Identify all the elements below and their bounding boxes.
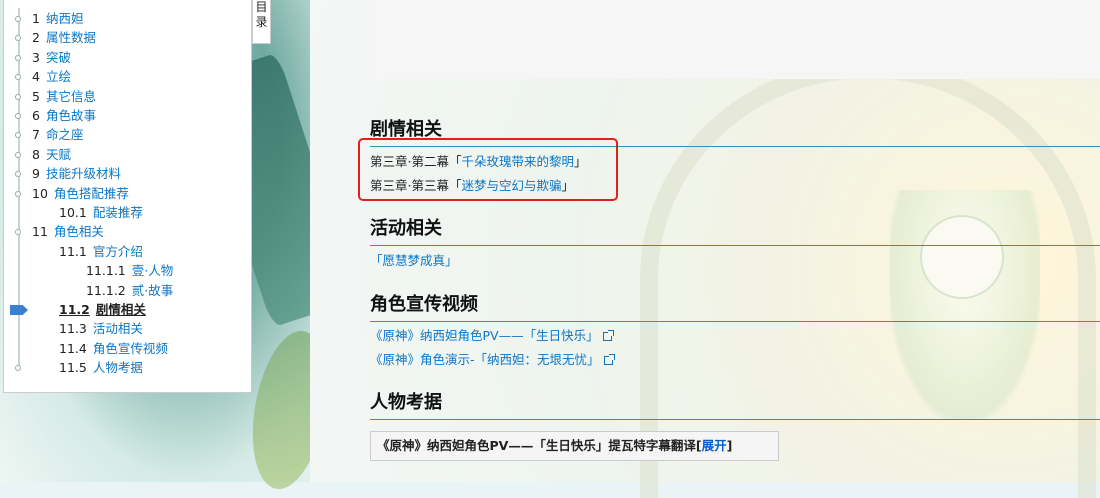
toc-dot [15, 171, 21, 177]
video-link[interactable]: 《原神》纳西妲角色PV——「生日快乐」 [370, 328, 599, 343]
toc-current-marker-icon [10, 305, 28, 315]
toc-item[interactable]: 6 角色故事 [32, 107, 96, 125]
toc-item[interactable]: 11 角色相关 [32, 223, 104, 241]
toc-dot [15, 152, 21, 158]
toc-item-label: 角色相关 [53, 224, 104, 239]
toc-item[interactable]: 11.1.2 贰·故事 [86, 282, 173, 300]
collapse-bracket-close: ] [726, 438, 733, 453]
external-link-icon [602, 330, 614, 341]
video-line: 《原神》纳西妲角色PV——「生日快乐」 [370, 325, 614, 344]
expand-toggle-link[interactable]: 展开 [702, 438, 727, 453]
toc-item-label: 技能升级材料 [45, 166, 121, 181]
toc-item-number: 11.1.2 [86, 283, 126, 298]
video-link[interactable]: 《原神》角色演示-「纳西妲：无垠无忧」 [370, 352, 600, 367]
toc-item-number: 8 [32, 147, 40, 162]
top-content-box [370, 0, 1100, 79]
external-link-icon [603, 354, 615, 365]
toc-item-label: 其它信息 [45, 89, 96, 104]
toc-item-label: 立绘 [45, 69, 71, 84]
toc-item-number: 6 [32, 108, 40, 123]
toc-dot [15, 132, 21, 138]
table-of-contents: 1 纳西妲 2 属性数据 3 突破 4 立绘 5 其它信息 6 角色故事 7 命之座 8 天赋 9 技能升级材料 1… [3, 0, 252, 393]
toc-item-number: 10 [32, 186, 48, 201]
toc-item[interactable]: 11.1 官方介绍 [59, 243, 143, 261]
toc-item-number: 11.4 [59, 341, 87, 356]
toc-item[interactable]: 11.2 剧情相关 [59, 301, 146, 319]
collapsible-subtitle-box: 《原神》纳西妲角色PV——「生日快乐」提瓦特字幕翻译[展开] [370, 431, 779, 461]
toc-item-label: 属性数据 [45, 30, 96, 45]
toc-item[interactable]: 4 立绘 [32, 68, 71, 86]
collapse-title: 《原神》纳西妲角色PV——「生日快乐」提瓦特字幕翻译 [377, 438, 696, 453]
toc-tab-char: 目 [255, 0, 268, 14]
toc-item[interactable]: 7 命之座 [32, 126, 83, 144]
toc-item-number: 9 [32, 166, 40, 181]
toc-item[interactable]: 3 突破 [32, 49, 71, 67]
toc-item-label: 剧情相关 [95, 302, 146, 317]
toc-item[interactable]: 11.5 人物考据 [59, 359, 143, 377]
toc-item[interactable]: 11.4 角色宣传视频 [59, 340, 168, 358]
toc-item-label: 角色故事 [45, 108, 96, 123]
toc-item-number: 11.5 [59, 360, 87, 375]
toc-item-number: 11.1.1 [86, 263, 126, 278]
toc-dot [15, 55, 21, 61]
toc-item-number: 3 [32, 50, 40, 65]
toc-item[interactable]: 9 技能升级材料 [32, 165, 121, 183]
toc-item[interactable]: 8 天赋 [32, 146, 71, 164]
section-heading-events: 活动相关 [370, 214, 1100, 246]
toc-item-number: 10.1 [59, 205, 87, 220]
toc-dot [15, 16, 21, 22]
toc-item[interactable]: 1 纳西妲 [32, 10, 83, 28]
toc-item[interactable]: 5 其它信息 [32, 88, 96, 106]
toc-item-label: 纳西妲 [45, 11, 84, 26]
toc-dot [15, 229, 21, 235]
toc-item-number: 4 [32, 69, 40, 84]
toc-item-number: 2 [32, 30, 40, 45]
toc-item[interactable]: 10.1 配装推荐 [59, 204, 143, 222]
toc-item-number: 7 [32, 127, 40, 142]
toc-item-number: 1 [32, 11, 40, 26]
highlight-annotation [358, 138, 618, 201]
toc-item-number: 11.3 [59, 321, 87, 336]
toc-item-label: 角色宣传视频 [92, 341, 168, 356]
toc-item[interactable]: 2 属性数据 [32, 29, 96, 47]
toc-item-number: 5 [32, 89, 40, 104]
toc-item-label: 天赋 [45, 147, 71, 162]
toc-item-label: 配装推荐 [92, 205, 143, 220]
toc-item-label: 命之座 [45, 127, 84, 142]
toc-dot [15, 365, 21, 371]
toc-item-number: 11.2 [59, 302, 90, 317]
toc-item-label: 壹·人物 [131, 263, 174, 278]
toc-item-number: 11.1 [59, 244, 87, 259]
toc-dot [15, 94, 21, 100]
toc-dot [15, 35, 21, 41]
toc-item-label: 官方介绍 [92, 244, 143, 259]
toc-track-line [18, 8, 20, 370]
toc-item-label: 突破 [45, 50, 71, 65]
toc-item[interactable]: 11.1.1 壹·人物 [86, 262, 173, 280]
section-heading-videos: 角色宣传视频 [370, 290, 1100, 322]
toc-toggle-tab[interactable]: 目 录 [252, 0, 271, 44]
toc-dot [15, 191, 21, 197]
toc-item[interactable]: 10 角色搭配推荐 [32, 185, 129, 203]
event-link[interactable]: 「愿慧梦成真」 [370, 253, 458, 268]
video-line: 《原神》角色演示-「纳西妲：无垠无忧」 [370, 349, 615, 368]
toc-item-label: 角色搭配推荐 [53, 186, 129, 201]
toc-dot [15, 74, 21, 80]
toc-item-label: 活动相关 [92, 321, 143, 336]
toc-dot [15, 113, 21, 119]
section-heading-research: 人物考据 [370, 388, 1100, 420]
toc-item[interactable]: 11.3 活动相关 [59, 320, 143, 338]
event-line: 「愿慧梦成真」 [370, 250, 458, 269]
toc-tab-char: 录 [255, 15, 268, 29]
toc-item-label: 贰·故事 [131, 283, 174, 298]
toc-item-number: 11 [32, 224, 48, 239]
toc-item-label: 人物考据 [92, 360, 143, 375]
